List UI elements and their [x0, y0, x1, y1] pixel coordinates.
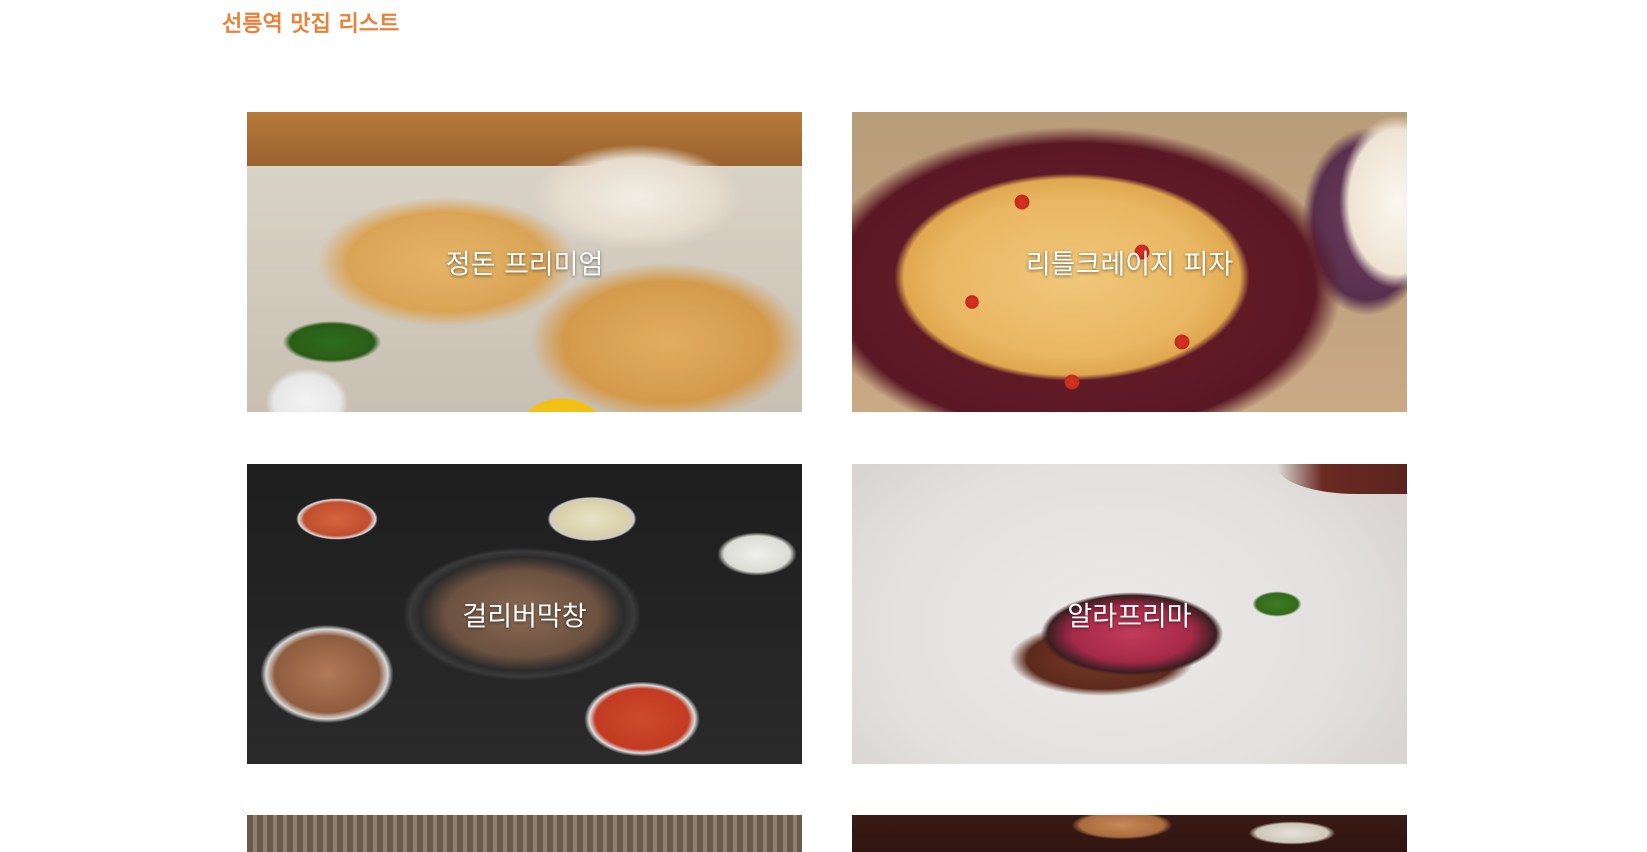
restaurant-name: 걸리버막창 — [462, 601, 587, 633]
restaurant-photo — [247, 815, 802, 852]
restaurant-card-gulliver-makchang[interactable]: 걸리버막창 — [247, 464, 802, 764]
restaurant-card-alla-prima[interactable]: 알라프리마 — [852, 464, 1407, 764]
restaurant-name: 정돈 프리미엄 — [445, 249, 604, 281]
page-title: 선릉역 맛집 리스트 — [222, 12, 400, 37]
restaurant-name: 리틀크레이지 피자 — [1025, 249, 1234, 281]
restaurant-card-partial[interactable] — [852, 815, 1407, 852]
restaurant-card-little-crazy-pizza[interactable]: 리틀크레이지 피자 — [852, 112, 1407, 412]
restaurant-name: 알라프리마 — [1067, 601, 1192, 633]
restaurant-card-jeongdon[interactable]: 정돈 프리미엄 — [247, 112, 802, 412]
restaurant-photo — [852, 815, 1407, 852]
restaurant-card-partial[interactable] — [247, 815, 802, 852]
